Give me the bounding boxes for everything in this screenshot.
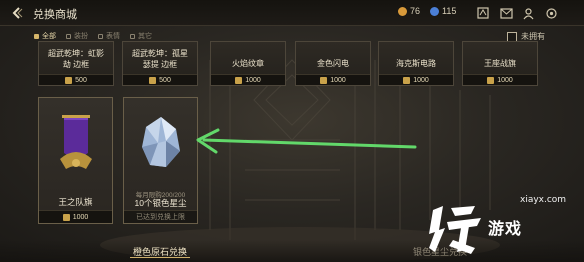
currency-blue-value: 115 [442,6,457,16]
annotation-arrow [196,128,417,154]
checkbox-icon [98,33,103,39]
item-name: 金色闪电 [317,59,349,68]
filter-skins[interactable]: 装扮 [66,31,88,41]
currency-blue: 115 [430,6,456,16]
filter-other[interactable]: 其它 [130,31,152,41]
currency-orange-value: 76 [410,6,421,16]
filter-emotes[interactable]: 表情 [98,31,120,41]
price-value: 1000 [413,76,429,84]
filter-label: 全部 [42,33,56,40]
item-price: 1000 [463,74,537,85]
item-price: 500 [123,74,197,85]
bottom-tab-bar [0,240,584,262]
settings-icon[interactable] [543,5,559,21]
orange-essence-icon [65,76,73,84]
purple-banner-icon [59,114,92,169]
watermark-logo [429,206,481,254]
shop-item-card[interactable]: 超武乾坤：虹影 劫 边框 500 [38,41,114,86]
price-value: 500 [159,76,171,84]
top-bar: 兑换商城 76 115 [0,0,584,26]
item-name: 超武乾坤：孤星 瑟提 边框 [132,49,188,69]
item-name: 王座战旗 [484,59,516,68]
checkbox-icon [34,33,39,39]
watermark-url: xiayx.com [520,195,567,205]
checkbox-icon [507,31,517,42]
shop-item-card[interactable]: 每月限购200/200 10个银色星尘 已达到兑换上限 [123,97,198,224]
watermark-text: 游戏 [488,221,523,238]
orange-essence-icon [320,76,328,84]
orange-essence-icon [403,76,411,84]
filter-all[interactable]: 全部 [34,31,56,41]
back-arrow-icon [12,7,23,19]
checkbox-icon [66,33,71,39]
price-value: 1000 [497,76,513,84]
friends-icon[interactable] [520,5,536,21]
orange-essence-icon [235,76,243,84]
filter-label: 装扮 [74,33,88,40]
item-name: 王之队旗 [58,197,93,207]
item-art [128,102,193,183]
orange-essence-icon [62,213,70,221]
orange-essence-icon [149,76,157,84]
back-button[interactable] [6,3,28,23]
item-price: 500 [39,74,113,85]
item-row-top: 超武乾坤：虹影 劫 边框 500 超武乾坤：孤星 瑟提 边框 500 火焰纹章 … [0,41,584,89]
shop-item-card[interactable]: 金色闪电 1000 [295,41,371,86]
shop-item-card[interactable]: 王座战旗 1000 [462,41,538,86]
item-art [43,102,108,189]
shop-screen: 兑换商城 76 115 全部 装扮 表情 其它 未拥有 超武乾坤：虹影 劫 边框… [0,0,584,262]
item-price: 1000 [211,74,285,85]
silver-stardust-crystal-icon [141,116,180,167]
orange-essence-icon [487,76,495,84]
shop-item-card[interactable]: 火焰纹章 1000 [210,41,286,86]
orange-essence-icon [398,6,407,16]
item-name: 超武乾坤：虹影 劫 边框 [48,49,104,69]
item-price: 1000 [379,74,453,85]
item-name: 10个银色星尘 [134,198,187,208]
item-name: 火焰纹章 [232,59,264,68]
tab-orange-essence-exchange[interactable]: 橙色原石兑换 [100,240,220,262]
price-value: 500 [75,76,87,84]
checkbox-icon [130,33,135,39]
price-value: 1000 [330,76,346,84]
shop-item-card[interactable]: 超武乾坤：孤星 瑟提 边框 500 [122,41,198,86]
page-title: 兑换商城 [33,9,77,21]
mail-icon[interactable] [498,5,514,21]
shop-item-card[interactable]: 海克斯电路 1000 [378,41,454,86]
blue-essence-icon [430,6,439,16]
price-value: 1000 [72,213,89,221]
tab-label: 橙色原石兑换 [132,246,187,257]
shop-item-card[interactable]: 王之队旗 1000 [38,97,113,224]
currency-orange: 76 [398,6,420,16]
price-value: 1000 [245,76,261,84]
item-name: 海克斯电路 [396,59,436,68]
item-price: 1000 [39,210,112,223]
filter-label: 表情 [106,33,120,40]
item-price: 1000 [296,74,370,85]
limit-reached-status: 已达到兑换上限 [124,210,197,223]
filter-label: 其它 [138,33,152,40]
ranked-icon[interactable] [475,5,491,21]
